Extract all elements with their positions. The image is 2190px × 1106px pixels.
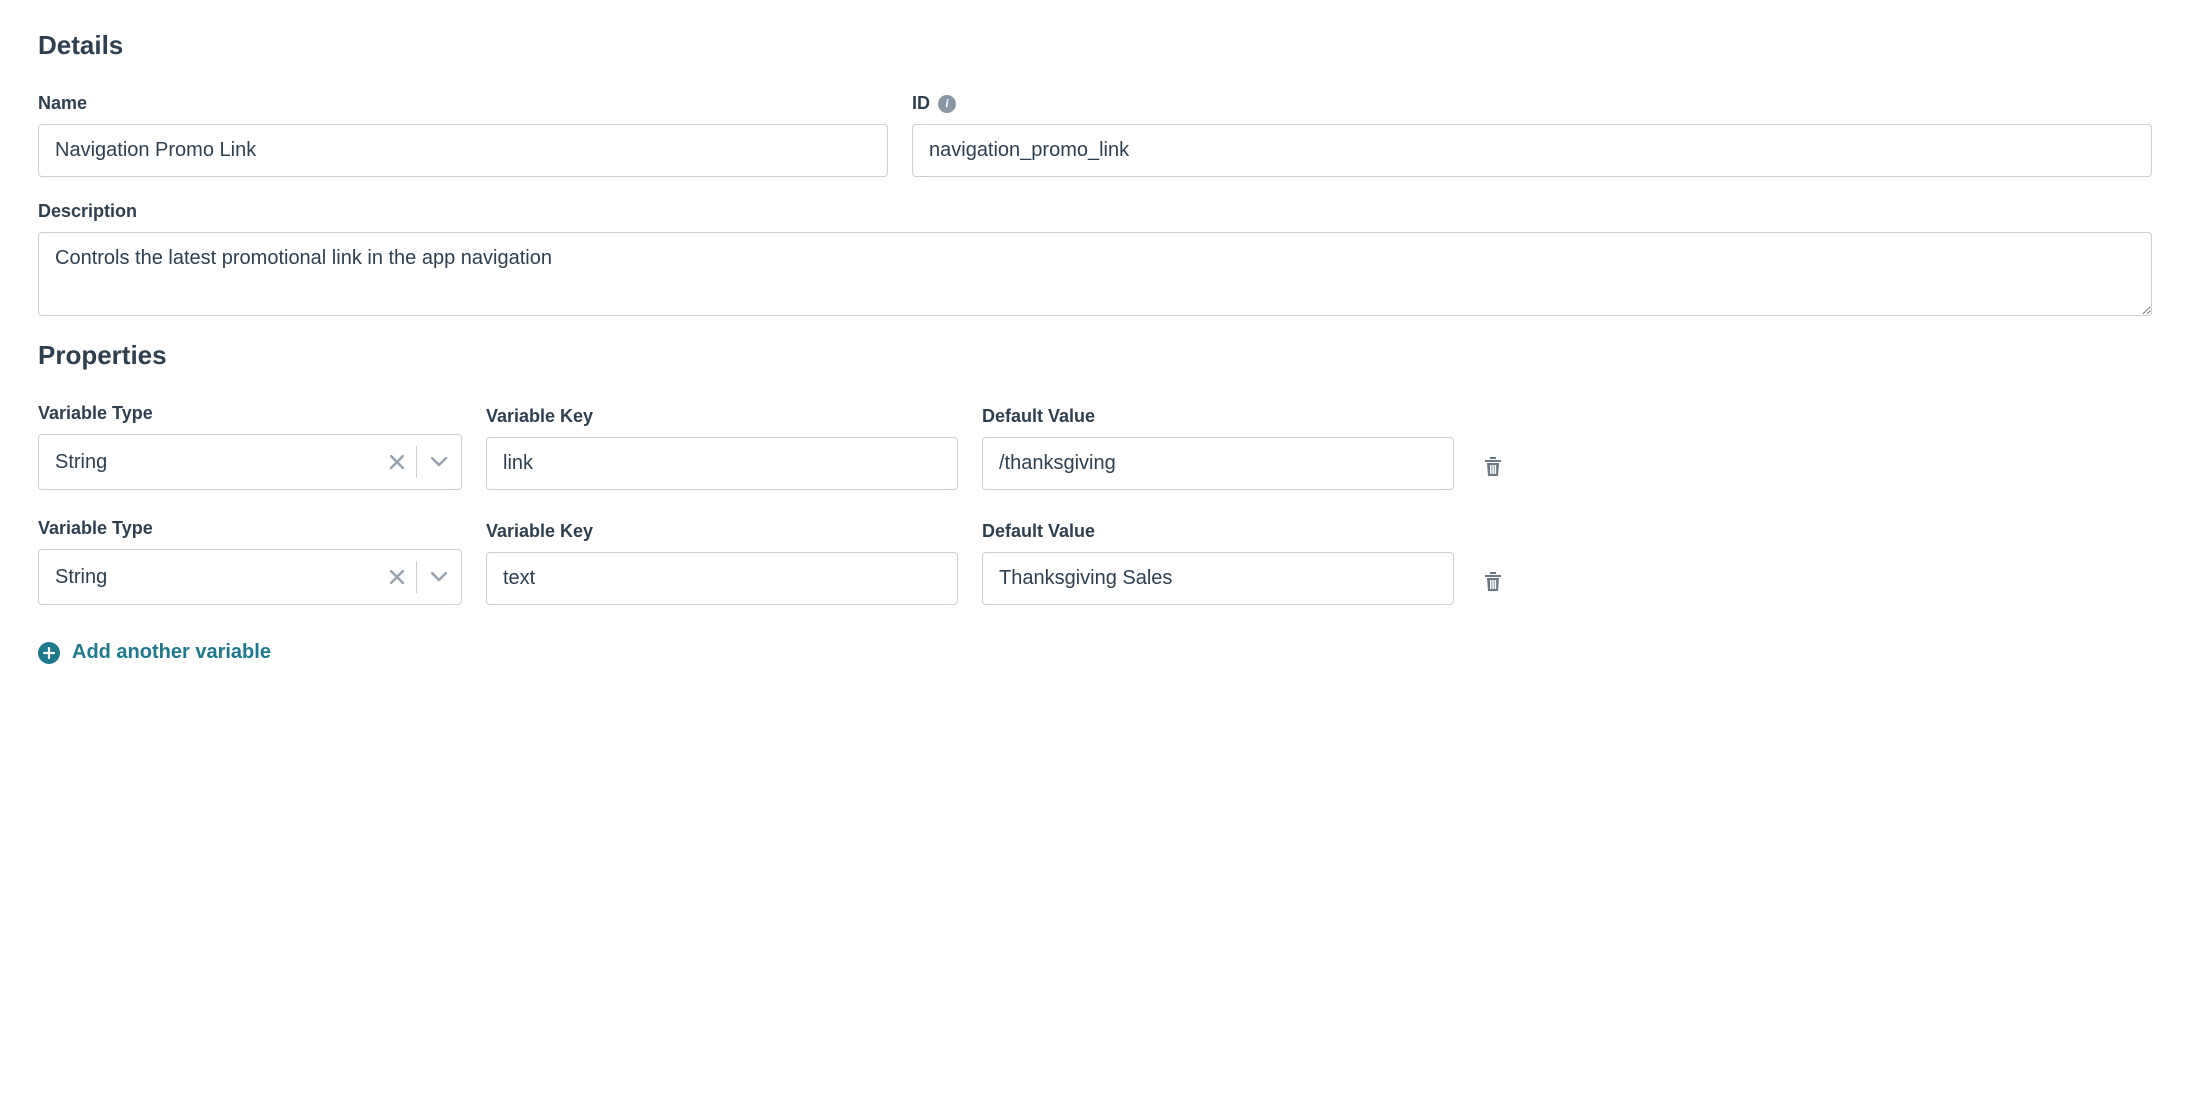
name-label: Name [38, 93, 888, 114]
variable-row: Variable Type String Variable Key Defaul [38, 518, 2152, 605]
default-value-label: Default Value [982, 521, 1454, 542]
variable-row: Variable Type String Variable Key Defaul [38, 403, 2152, 490]
properties-heading: Properties [38, 340, 2152, 371]
variable-type-select[interactable]: String [38, 434, 462, 490]
name-input[interactable] [38, 124, 888, 177]
id-label: ID i [912, 93, 2152, 114]
default-value-input[interactable] [982, 552, 1454, 605]
variable-type-value: String [55, 566, 107, 589]
properties-section: Properties Variable Type String Variable… [38, 340, 2152, 664]
delete-variable-button[interactable] [1478, 454, 1508, 490]
add-variable-button[interactable]: Add another variable [38, 641, 271, 664]
details-heading: Details [38, 30, 2152, 61]
trash-icon [1482, 454, 1504, 478]
default-value-input[interactable] [982, 437, 1454, 490]
variable-type-label: Variable Type [38, 403, 462, 424]
description-label: Description [38, 201, 2152, 222]
variable-key-input[interactable] [486, 552, 958, 605]
clear-icon[interactable] [378, 550, 416, 604]
delete-variable-button[interactable] [1478, 569, 1508, 605]
variable-type-value: String [55, 451, 107, 474]
chevron-down-icon[interactable] [417, 435, 461, 489]
description-textarea[interactable] [38, 232, 2152, 316]
info-icon[interactable]: i [938, 95, 956, 113]
variable-key-label: Variable Key [486, 406, 958, 427]
details-section: Details Name ID i Description [38, 30, 2152, 316]
plus-circle-icon [38, 642, 60, 664]
default-value-label: Default Value [982, 406, 1454, 427]
clear-icon[interactable] [378, 435, 416, 489]
id-label-text: ID [912, 93, 930, 114]
trash-icon [1482, 569, 1504, 593]
variable-type-label: Variable Type [38, 518, 462, 539]
add-variable-label: Add another variable [72, 641, 271, 664]
variable-type-select[interactable]: String [38, 549, 462, 605]
chevron-down-icon[interactable] [417, 550, 461, 604]
variable-key-label: Variable Key [486, 521, 958, 542]
variable-key-input[interactable] [486, 437, 958, 490]
id-input[interactable] [912, 124, 2152, 177]
